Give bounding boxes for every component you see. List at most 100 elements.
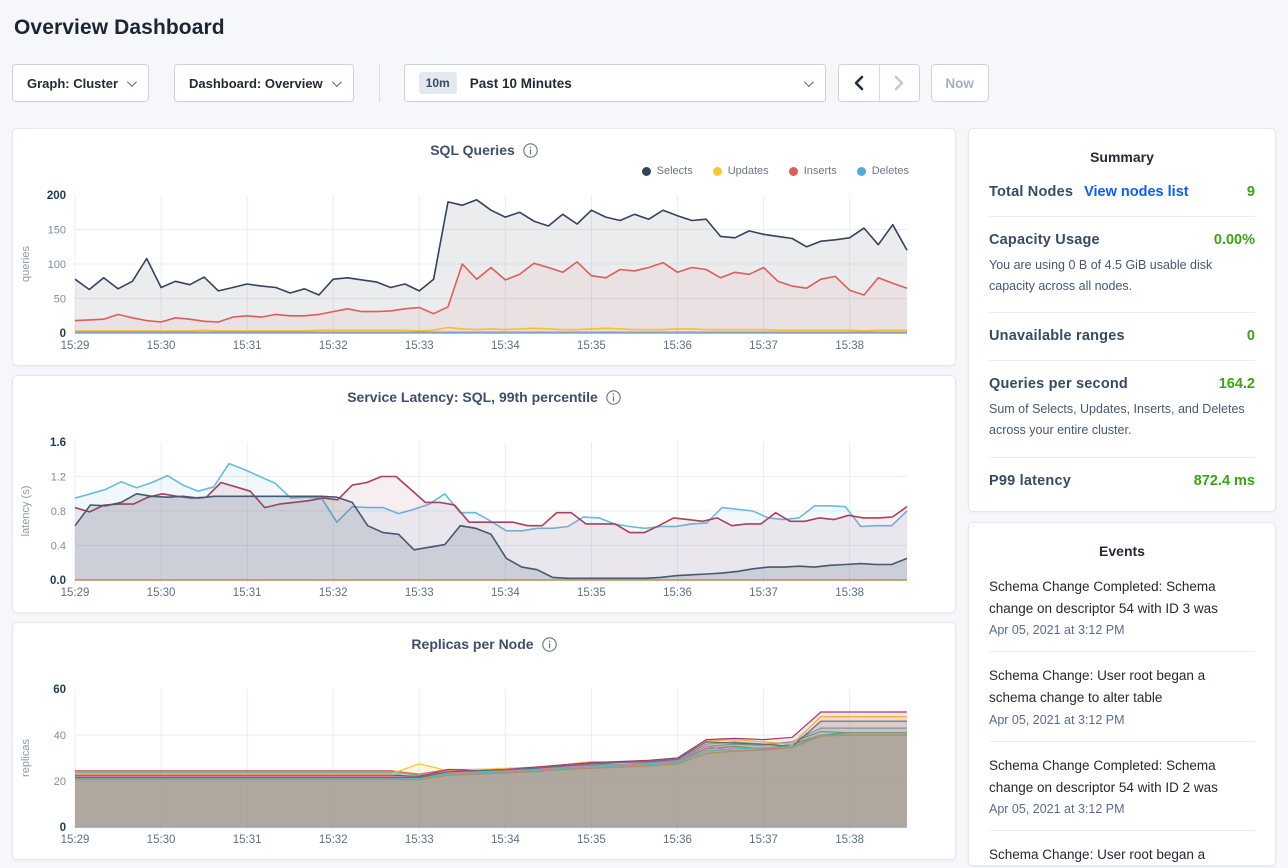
summary-row-p99: P99 latency 872.4 ms bbox=[989, 458, 1255, 505]
summary-row-unavailable: Unavailable ranges 0 bbox=[989, 313, 1255, 361]
summary-row-capacity: Capacity Usage 0.00% You are using 0 B o… bbox=[989, 217, 1255, 313]
list-item[interactable]: Schema Change: User root began a schema … bbox=[989, 651, 1255, 741]
svg-text:15:31: 15:31 bbox=[233, 587, 262, 599]
total-nodes-value: 9 bbox=[1247, 184, 1255, 200]
svg-text:15:36: 15:36 bbox=[663, 834, 692, 846]
summary-card: Summary Total Nodes View nodes list 9 Ca… bbox=[968, 128, 1276, 512]
toolbar-divider bbox=[379, 64, 380, 102]
time-range-badge: 10m bbox=[419, 72, 457, 94]
qps-desc: Sum of Selects, Updates, Inserts, and De… bbox=[989, 399, 1255, 440]
svg-text:0: 0 bbox=[60, 328, 66, 340]
overview-dashboard-page: Overview Dashboard Graph: Cluster Dashbo… bbox=[0, 0, 1288, 868]
sql-queries-plot[interactable]: 05010015020015:2915:3015:3115:3215:3315:… bbox=[13, 187, 957, 363]
time-prev-button[interactable] bbox=[839, 65, 879, 101]
svg-text:15:35: 15:35 bbox=[577, 834, 606, 846]
legend-label: Selects bbox=[657, 165, 693, 177]
svg-text:40: 40 bbox=[54, 730, 66, 742]
svg-text:1.6: 1.6 bbox=[50, 437, 66, 449]
svg-text:15:38: 15:38 bbox=[835, 834, 864, 846]
svg-text:15:37: 15:37 bbox=[749, 340, 778, 352]
chart-title: Service Latency: SQL, 99th percentile bbox=[347, 389, 598, 405]
qps-label: Queries per second bbox=[989, 376, 1128, 392]
replicas-per-node-plot[interactable]: 020406015:2915:3015:3115:3215:3315:3415:… bbox=[13, 681, 957, 857]
time-range-label: Past 10 Minutes bbox=[470, 76, 572, 91]
svg-text:1.2: 1.2 bbox=[51, 472, 66, 484]
svg-text:60: 60 bbox=[53, 684, 66, 696]
svg-text:15:33: 15:33 bbox=[405, 340, 434, 352]
svg-text:150: 150 bbox=[48, 225, 66, 237]
capacity-usage-value: 0.00% bbox=[1214, 232, 1255, 248]
event-date: Apr 05, 2021 at 3:12 PM bbox=[989, 802, 1255, 816]
svg-text:0: 0 bbox=[60, 822, 66, 834]
svg-text:15:31: 15:31 bbox=[233, 340, 262, 352]
event-date: Apr 05, 2021 at 3:12 PM bbox=[989, 713, 1255, 727]
now-button[interactable]: Now bbox=[931, 64, 989, 102]
svg-text:15:38: 15:38 bbox=[835, 587, 864, 599]
dashboard-dropdown-label: Dashboard: Overview bbox=[189, 76, 323, 91]
svg-text:queries: queries bbox=[20, 245, 32, 282]
event-text: Schema Change Completed: Schema change o… bbox=[989, 576, 1255, 621]
svg-text:15:35: 15:35 bbox=[577, 587, 606, 599]
list-item[interactable]: Schema Change Completed: Schema change o… bbox=[989, 563, 1255, 652]
event-date: Apr 05, 2021 at 3:12 PM bbox=[989, 623, 1255, 637]
view-nodes-list-link[interactable]: View nodes list bbox=[1084, 184, 1189, 200]
capacity-usage-label: Capacity Usage bbox=[989, 232, 1100, 248]
svg-text:200: 200 bbox=[47, 190, 66, 202]
svg-text:0.8: 0.8 bbox=[51, 506, 66, 518]
summary-row-total-nodes: Total Nodes View nodes list 9 bbox=[989, 169, 1255, 217]
toolbar: Graph: Cluster Dashboard: Overview 10m P… bbox=[12, 64, 1276, 102]
chevron-left-icon bbox=[853, 75, 864, 91]
legend-item-updates: Updates bbox=[713, 165, 769, 177]
svg-text:15:29: 15:29 bbox=[61, 834, 90, 846]
event-text: Schema Change: User root began a schema … bbox=[989, 844, 1255, 866]
svg-text:15:30: 15:30 bbox=[147, 340, 176, 352]
svg-text:100: 100 bbox=[48, 259, 66, 271]
chevron-down-icon bbox=[804, 77, 814, 87]
unavailable-ranges-value: 0 bbox=[1247, 328, 1255, 344]
info-icon[interactable] bbox=[523, 143, 538, 158]
events-card: Events Schema Change Completed: Schema c… bbox=[968, 522, 1276, 867]
p99-latency-label: P99 latency bbox=[989, 473, 1071, 489]
info-icon[interactable] bbox=[606, 390, 621, 405]
capacity-usage-desc: You are using 0 B of 4.5 GiB usable disk… bbox=[989, 255, 1255, 296]
events-title: Events bbox=[989, 537, 1255, 563]
sql-queries-chart-card: SQL Queries Selects Updates Inserts Dele… bbox=[12, 128, 956, 366]
svg-text:20: 20 bbox=[54, 776, 66, 788]
svg-text:latency (s): latency (s) bbox=[20, 486, 32, 537]
svg-text:15:37: 15:37 bbox=[749, 587, 778, 599]
svg-text:15:32: 15:32 bbox=[319, 587, 348, 599]
legend-dot bbox=[642, 167, 651, 176]
svg-text:15:34: 15:34 bbox=[491, 834, 520, 846]
chevron-down-icon bbox=[332, 77, 342, 87]
info-icon[interactable] bbox=[542, 637, 557, 652]
svg-text:0.4: 0.4 bbox=[51, 541, 66, 553]
content: SQL Queries Selects Updates Inserts Dele… bbox=[12, 128, 1276, 866]
summary-title: Summary bbox=[989, 143, 1255, 169]
event-text: Schema Change Completed: Schema change o… bbox=[989, 755, 1255, 800]
graph-dropdown[interactable]: Graph: Cluster bbox=[12, 64, 149, 102]
dashboard-dropdown[interactable]: Dashboard: Overview bbox=[174, 64, 354, 102]
legend-dot bbox=[713, 167, 722, 176]
time-range-selector[interactable]: 10m Past 10 Minutes bbox=[404, 64, 826, 102]
total-nodes-label: Total Nodes bbox=[989, 184, 1073, 200]
svg-text:15:37: 15:37 bbox=[749, 834, 778, 846]
svg-text:50: 50 bbox=[54, 294, 66, 306]
legend-label: Deletes bbox=[872, 165, 909, 177]
side-column: Summary Total Nodes View nodes list 9 Ca… bbox=[968, 128, 1276, 866]
chart-title: Replicas per Node bbox=[411, 636, 533, 652]
svg-text:15:33: 15:33 bbox=[405, 834, 434, 846]
qps-value: 164.2 bbox=[1219, 376, 1255, 392]
svg-text:15:30: 15:30 bbox=[147, 587, 176, 599]
svg-text:15:34: 15:34 bbox=[491, 340, 520, 352]
time-nav-group bbox=[838, 64, 920, 102]
list-item[interactable]: Schema Change: User root began a schema … bbox=[989, 830, 1255, 866]
list-item[interactable]: Schema Change Completed: Schema change o… bbox=[989, 741, 1255, 831]
event-text: Schema Change: User root began a schema … bbox=[989, 665, 1255, 710]
svg-text:15:36: 15:36 bbox=[663, 340, 692, 352]
service-latency-plot[interactable]: 0.00.40.81.21.615:2915:3015:3115:3215:33… bbox=[13, 434, 957, 610]
charts-column: SQL Queries Selects Updates Inserts Dele… bbox=[12, 128, 956, 860]
chevron-down-icon bbox=[127, 77, 137, 87]
svg-text:replicas: replicas bbox=[20, 739, 32, 777]
time-next-button[interactable] bbox=[879, 65, 919, 101]
legend-dot bbox=[857, 167, 866, 176]
